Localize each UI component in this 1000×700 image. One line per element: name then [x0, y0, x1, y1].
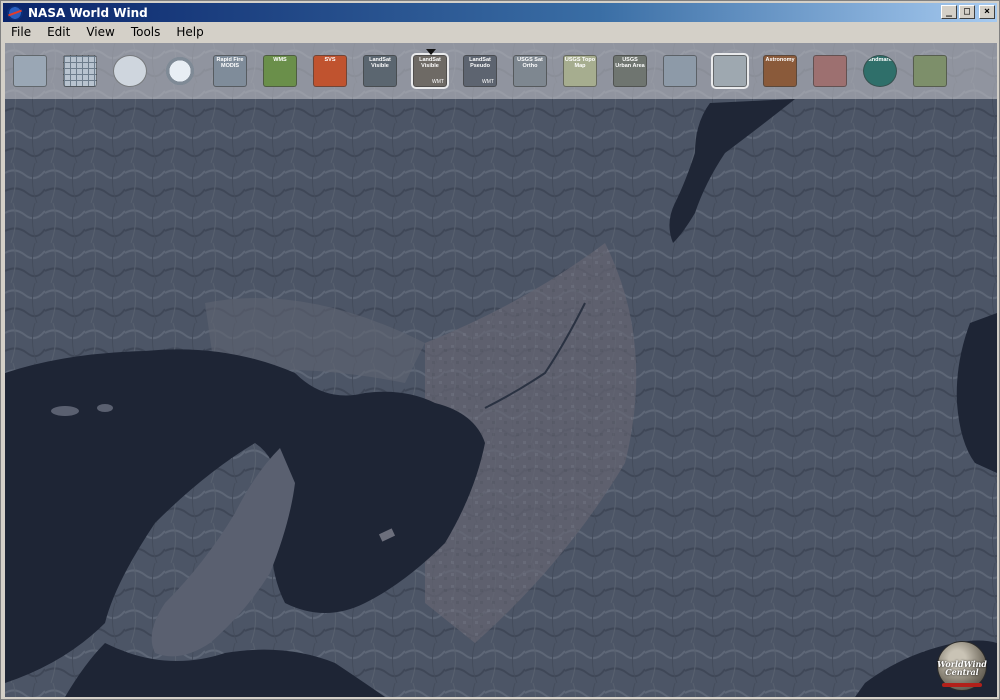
usgs-urban-area-button[interactable]: USGS Urban Area	[611, 52, 649, 90]
wms-button[interactable]: WMS	[261, 52, 299, 90]
landmarks-button[interactable]: Landmarks	[861, 52, 899, 90]
toolbar-button-label: Landmarks	[865, 57, 895, 63]
toolbar-button-label: LandSat Visible	[369, 57, 391, 69]
nasa-logo-icon	[7, 5, 23, 20]
landsat-visible-wmt-button[interactable]: LandSat Visible WMT	[411, 49, 449, 90]
layer-manager-icon	[13, 55, 47, 87]
flags-icon	[813, 55, 847, 87]
landsat-visible-icon: LandSat Visible	[363, 55, 397, 87]
landsat-pseudo-button[interactable]: LandSat Pseudo WMT	[461, 52, 499, 90]
toolbar-button-sublabel: WMT	[482, 79, 494, 85]
title-bar[interactable]: NASA World Wind _ □ ×	[3, 3, 997, 22]
toolbar-button-label: Astronomy	[765, 57, 795, 63]
toolbar-button-label: USGS Topo Map	[564, 57, 596, 69]
menu-edit[interactable]: Edit	[39, 25, 78, 39]
toolbar-button-label: Rapid Fire MODIS	[216, 57, 244, 69]
astronomy-button[interactable]: Astronomy	[761, 52, 799, 90]
layer-manager-button[interactable]	[11, 52, 49, 90]
flags-button[interactable]	[811, 52, 849, 90]
rapid-fire-modis-button[interactable]: Rapid Fire MODIS	[211, 52, 249, 90]
satellite-imagery	[5, 43, 997, 697]
globe-button[interactable]	[111, 52, 149, 90]
menu-view[interactable]: View	[78, 25, 122, 39]
usgs-sat-ortho-button[interactable]: USGS Sat Ortho	[511, 52, 549, 90]
worldwind-central-logo[interactable]: WorldWind Central	[937, 641, 987, 691]
maximize-button[interactable]: □	[959, 5, 975, 19]
landsat-visible-button[interactable]: LandSat Visible	[361, 52, 399, 90]
window-title: NASA World Wind	[28, 5, 148, 20]
toolbar-button-label: SVS	[324, 57, 336, 63]
lat-lon-grid-icon	[63, 55, 97, 87]
rapid-fire-modis-icon: Rapid Fire MODIS	[213, 55, 247, 87]
toolbar-button-label: USGS Urban Area	[615, 57, 645, 69]
globe-icon	[113, 55, 147, 87]
logo-text: WorldWind Central	[937, 659, 987, 677]
landsat-pseudo-icon: LandSat Pseudo WMT	[463, 55, 497, 87]
menu-help[interactable]: Help	[168, 25, 211, 39]
world-map-button[interactable]	[661, 52, 699, 90]
us-states-button[interactable]	[911, 52, 949, 90]
toolbar-button-sublabel: WMT	[432, 79, 444, 85]
close-button[interactable]: ×	[979, 5, 995, 19]
toolbar-button-label: LandSat Pseudo	[469, 57, 491, 69]
menu-file[interactable]: File	[3, 25, 39, 39]
place-names-button[interactable]	[711, 52, 749, 90]
window-controls: _ □ ×	[941, 5, 995, 19]
toolbar-button-label: LandSat Visible	[419, 57, 441, 69]
wms-icon: WMS	[263, 55, 297, 87]
search-icon	[163, 55, 197, 87]
layer-toolbar: Rapid Fire MODIS WMS SVS LandSat Visible Lan…	[5, 43, 997, 99]
globe-view[interactable]	[5, 43, 997, 697]
svs-button[interactable]: SVS	[311, 52, 349, 90]
toolbar-button-label: USGS Sat Ortho	[517, 57, 543, 69]
logo-bar	[942, 683, 982, 687]
world-map-icon	[663, 55, 697, 87]
place-names-icon	[711, 53, 749, 89]
active-layer-marker-icon	[426, 49, 436, 55]
menu-tools[interactable]: Tools	[123, 25, 169, 39]
lat-lon-grid-button[interactable]	[61, 52, 99, 90]
usgs-urban-area-icon: USGS Urban Area	[613, 55, 647, 87]
toolbar-button-label: WMS	[273, 57, 287, 63]
landmarks-icon: Landmarks	[863, 55, 897, 87]
svs-icon: SVS	[313, 55, 347, 87]
astronomy-icon: Astronomy	[763, 55, 797, 87]
minimize-button[interactable]: _	[941, 5, 957, 19]
usgs-sat-ortho-icon: USGS Sat Ortho	[513, 55, 547, 87]
usgs-topo-map-icon: USGS Topo Map	[563, 55, 597, 87]
us-states-icon	[913, 55, 947, 87]
app-window: NASA World Wind _ □ × File Edit View Too…	[0, 0, 1000, 700]
menu-bar: File Edit View Tools Help	[3, 23, 997, 41]
usgs-topo-map-button[interactable]: USGS Topo Map	[561, 52, 599, 90]
landsat-visible-wmt-icon: LandSat Visible WMT	[411, 53, 449, 89]
search-button[interactable]	[161, 52, 199, 90]
